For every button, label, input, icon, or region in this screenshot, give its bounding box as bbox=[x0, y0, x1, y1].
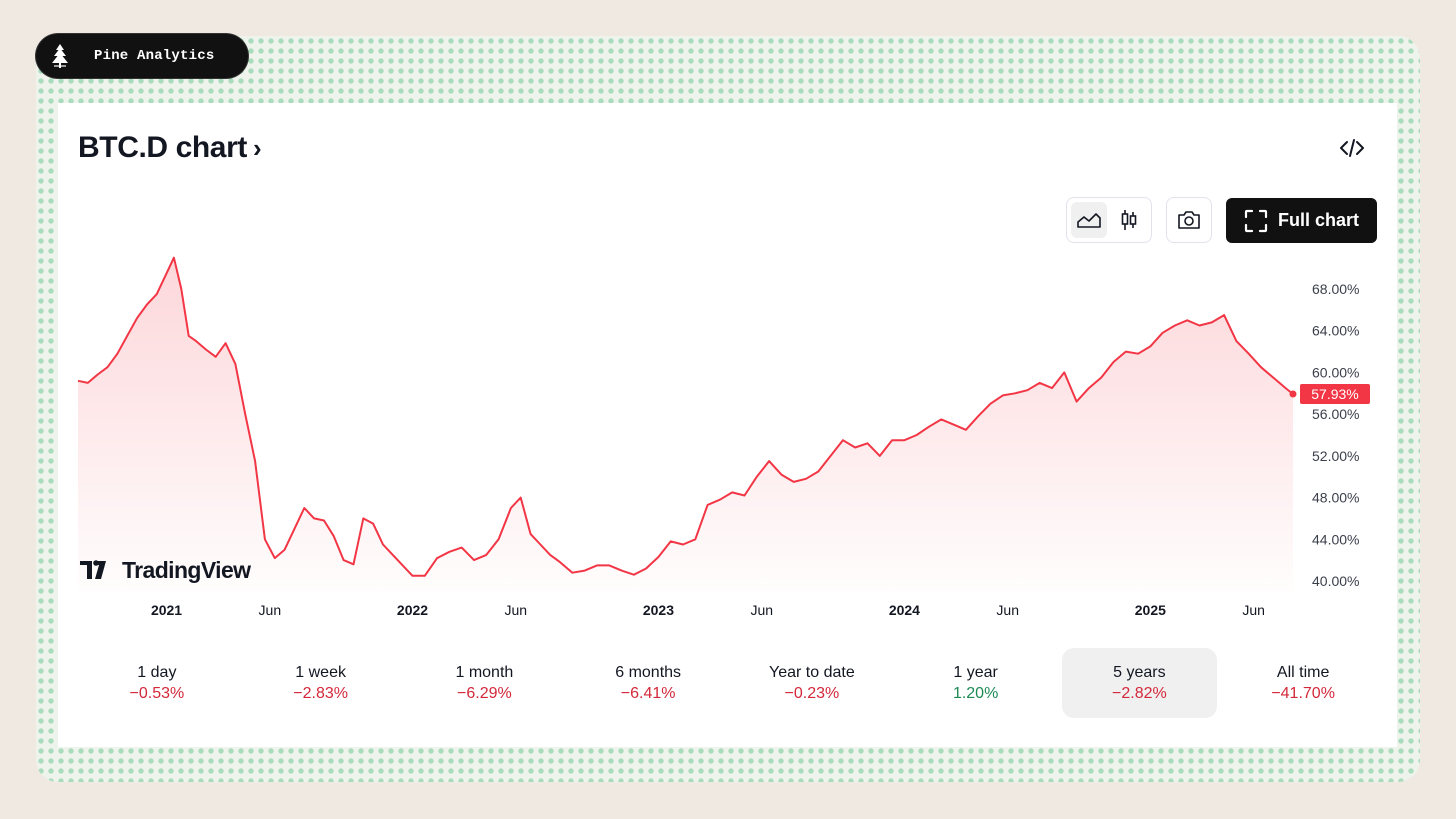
plot-area: 68.00% 64.00% 60.00% 56.00% 52.00% 48.00% 44.0… bbox=[77, 256, 1370, 618]
period-label: All time bbox=[1276, 663, 1330, 681]
period-label: 6 months bbox=[615, 663, 682, 681]
period-label: Year to date bbox=[769, 663, 855, 681]
x-tick-year-label: 2021 bbox=[151, 602, 182, 618]
period-option[interactable]: Year to date −0.23% bbox=[734, 648, 890, 718]
period-selector: 1 day −0.53% 1 week −2.83% 1 month −6.29% 6 mo… bbox=[75, 648, 1385, 718]
period-change-value: −0.53% bbox=[129, 684, 185, 702]
y-tick-label: 56.00% bbox=[1312, 406, 1359, 422]
period-change-value: −2.82% bbox=[1112, 684, 1167, 702]
chart-card: BTC.D chart › Full chart 68.00% 64.00% 6… bbox=[58, 103, 1397, 747]
tradingview-wordmark: TradingView bbox=[122, 557, 251, 583]
x-tick-month-label: Jun bbox=[1242, 602, 1265, 618]
period-change-value: −6.29% bbox=[457, 684, 512, 702]
x-tick-year-label: 2025 bbox=[1135, 602, 1166, 618]
period-option[interactable]: 1 year 1.20% bbox=[898, 648, 1054, 718]
chart-canvas[interactable]: 68.00% 64.00% 60.00% 56.00% 52.00% 48.00% 44.0… bbox=[58, 103, 1397, 633]
last-value-label: 57.93% bbox=[1311, 386, 1358, 402]
x-tick-year-label: 2022 bbox=[397, 602, 428, 618]
period-change-value: −6.41% bbox=[620, 684, 676, 702]
y-tick-label: 48.00% bbox=[1312, 490, 1359, 506]
period-label: 1 day bbox=[137, 663, 177, 681]
pine-tree-icon bbox=[52, 44, 68, 68]
period-option[interactable]: 5 years −2.82% bbox=[1061, 648, 1218, 718]
y-tick-label: 64.00% bbox=[1312, 323, 1359, 339]
period-change-value: −2.83% bbox=[293, 684, 348, 702]
brand-name: Pine Analytics bbox=[94, 48, 215, 64]
x-tick-year-label: 2023 bbox=[643, 602, 674, 618]
x-tick-month-label: Jun bbox=[996, 602, 1019, 618]
y-tick-label: 68.00% bbox=[1312, 281, 1359, 297]
period-option[interactable]: All time −41.70% bbox=[1225, 648, 1381, 718]
period-label: 5 years bbox=[1113, 663, 1166, 681]
y-tick-label: 52.00% bbox=[1312, 448, 1359, 464]
x-tick-month-label: Jun bbox=[750, 602, 773, 618]
last-value-dot bbox=[1289, 390, 1297, 398]
period-label: 1 week bbox=[295, 663, 346, 681]
period-change-value: 1.20% bbox=[952, 684, 999, 702]
period-option[interactable]: 1 week −2.83% bbox=[243, 648, 399, 718]
y-tick-label: 44.00% bbox=[1312, 531, 1359, 547]
period-option[interactable]: 1 day −0.53% bbox=[79, 648, 235, 718]
period-label: 1 year bbox=[953, 663, 998, 681]
period-change-value: −41.70% bbox=[1271, 684, 1335, 702]
period-change-value: −0.23% bbox=[784, 684, 840, 702]
brand-pill: Pine Analytics bbox=[36, 34, 248, 78]
period-label: 1 month bbox=[455, 663, 514, 681]
period-option[interactable]: 1 month −6.29% bbox=[407, 648, 563, 718]
period-option[interactable]: 6 months −6.41% bbox=[570, 648, 726, 718]
x-tick-year-label: 2024 bbox=[889, 602, 920, 618]
x-tick-month-label: Jun bbox=[505, 602, 528, 618]
y-tick-label: 40.00% bbox=[1312, 573, 1359, 589]
y-tick-label: 60.00% bbox=[1312, 364, 1359, 380]
x-tick-month-label: Jun bbox=[259, 602, 282, 618]
